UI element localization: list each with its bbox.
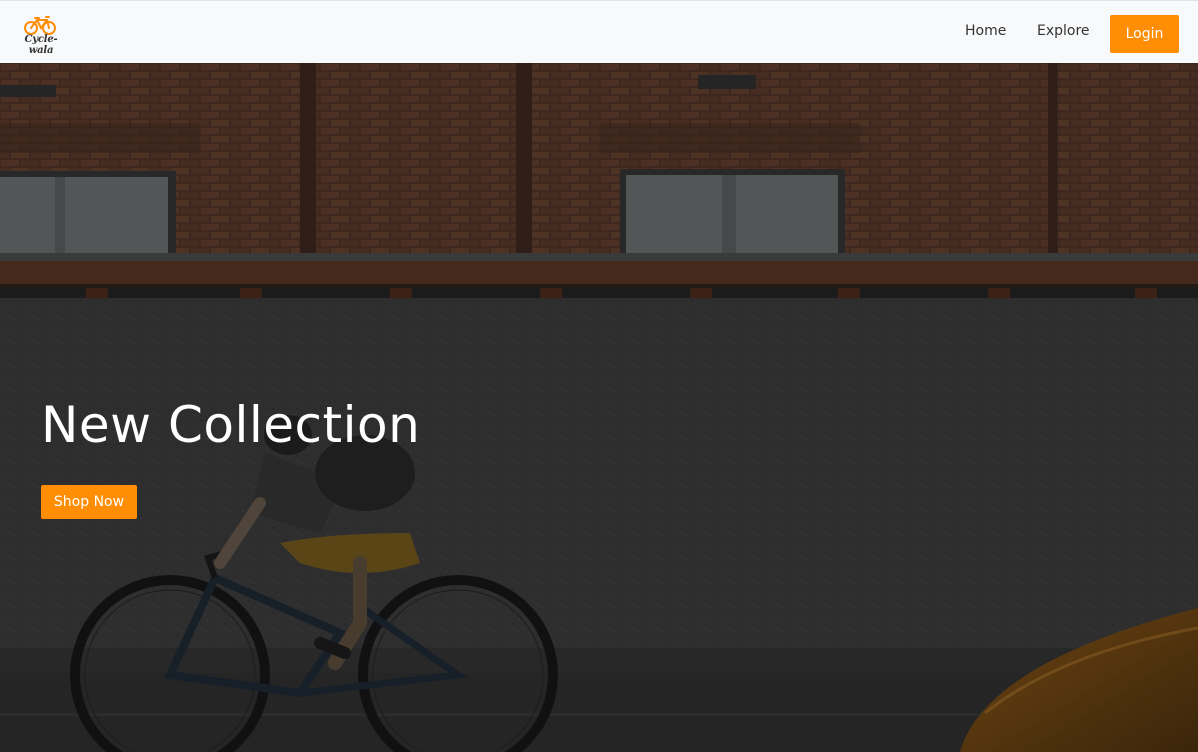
brand-logo[interactable]: Cycle-wala: [13, 15, 69, 56]
shop-now-button[interactable]: Shop Now: [41, 485, 137, 519]
login-button[interactable]: Login: [1110, 15, 1179, 53]
nav-home-link[interactable]: Home: [965, 23, 1006, 39]
brand-name: Cycle-wala: [24, 34, 58, 56]
hero-title: New Collection: [41, 396, 421, 454]
nav-explore-link[interactable]: Explore: [1037, 23, 1090, 39]
bicycle-icon: [24, 16, 56, 35]
hero-banner: New Collection Shop Now: [0, 63, 1198, 752]
navbar: Cycle-wala Home Explore Login: [0, 0, 1198, 63]
